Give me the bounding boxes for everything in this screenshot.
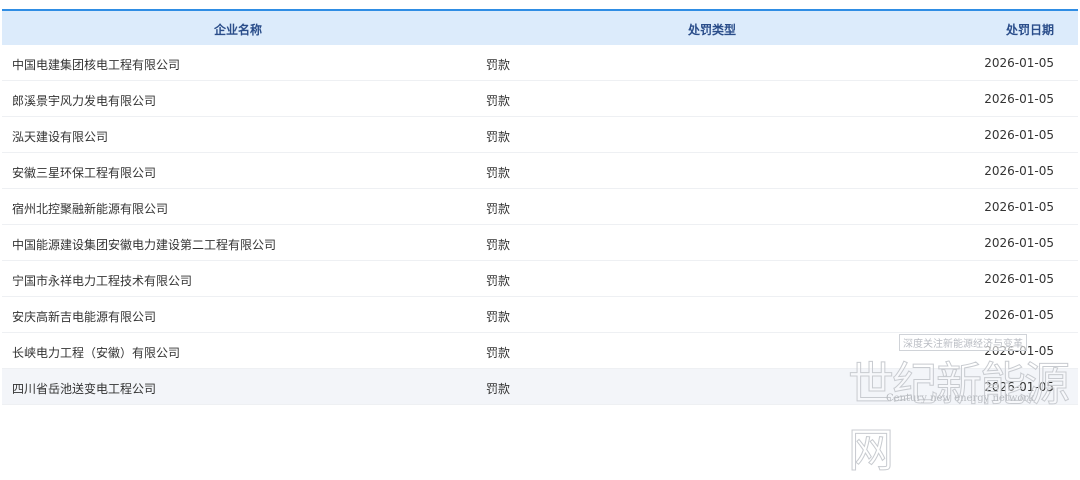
- penalty-type: 罚款: [486, 94, 511, 108]
- penalty-date: 2026-01-05: [984, 128, 1054, 142]
- table-row[interactable]: 郎溪景宇风力发电有限公司 罚款 2026-01-05: [2, 81, 1078, 117]
- penalty-type: 罚款: [486, 130, 511, 144]
- penalty-date: 2026-01-05: [984, 92, 1054, 106]
- company-name: 长峡电力工程（安徽）有限公司: [12, 346, 181, 360]
- table-row[interactable]: 宁国市永祥电力工程技术有限公司 罚款 2026-01-05: [2, 261, 1078, 297]
- penalty-date: 2026-01-05: [984, 308, 1054, 322]
- penalty-date: 2026-01-05: [984, 200, 1054, 214]
- table-row[interactable]: 宿州北控聚融新能源有限公司 罚款 2026-01-05: [2, 189, 1078, 225]
- company-name: 郎溪景宇风力发电有限公司: [12, 94, 157, 108]
- table-row[interactable]: 中国能源建设集团安徽电力建设第二工程有限公司 罚款 2026-01-05: [2, 225, 1078, 261]
- penalty-type: 罚款: [486, 310, 511, 324]
- penalty-type: 罚款: [486, 346, 511, 360]
- table-row[interactable]: 四川省岳池送变电工程公司 罚款 2026-01-05: [2, 369, 1078, 405]
- table-row[interactable]: 中国电建集团核电工程有限公司 罚款 2026-01-05: [2, 45, 1078, 81]
- header-penalty-date: 处罚日期: [1005, 23, 1054, 37]
- penalty-type: 罚款: [486, 166, 511, 180]
- penalty-table: 企业名称 处罚类型 处罚日期 中国电建集团核电工程有限公司 罚款 2026-01-0…: [2, 9, 1078, 405]
- company-name: 安徽三星环保工程有限公司: [12, 166, 157, 180]
- penalty-date: 2026-01-05: [984, 164, 1054, 178]
- penalty-date: 2026-01-05: [984, 236, 1054, 250]
- penalty-date: 2026-01-05: [984, 272, 1054, 286]
- company-name: 泓天建设有限公司: [12, 130, 109, 144]
- table-row[interactable]: 安庆高新吉电能源有限公司 罚款 2026-01-05: [2, 297, 1078, 333]
- header-company-name: 企业名称: [214, 23, 263, 37]
- company-name: 安庆高新吉电能源有限公司: [12, 310, 157, 324]
- table-row[interactable]: 安徽三星环保工程有限公司 罚款 2026-01-05: [2, 153, 1078, 189]
- penalty-type: 罚款: [486, 58, 511, 72]
- table-row[interactable]: 泓天建设有限公司 罚款 2026-01-05: [2, 117, 1078, 153]
- penalty-type: 罚款: [486, 238, 511, 252]
- company-name: 中国电建集团核电工程有限公司: [12, 58, 181, 72]
- company-name: 四川省岳池送变电工程公司: [12, 382, 157, 396]
- penalty-date: 2026-01-05: [984, 56, 1054, 70]
- table-header: 企业名称 处罚类型 处罚日期: [2, 11, 1078, 45]
- header-penalty-type: 处罚类型: [688, 23, 737, 37]
- penalty-type: 罚款: [486, 382, 511, 396]
- penalty-date: 2026-01-05: [984, 380, 1054, 394]
- penalty-type: 罚款: [486, 274, 511, 288]
- company-name: 中国能源建设集团安徽电力建设第二工程有限公司: [12, 238, 277, 252]
- company-name: 宿州北控聚融新能源有限公司: [12, 202, 169, 216]
- penalty-date: 2026-01-05: [984, 344, 1054, 358]
- penalty-type: 罚款: [486, 202, 511, 216]
- company-name: 宁国市永祥电力工程技术有限公司: [12, 274, 193, 288]
- table-row[interactable]: 长峡电力工程（安徽）有限公司 罚款 2026-01-05: [2, 333, 1078, 369]
